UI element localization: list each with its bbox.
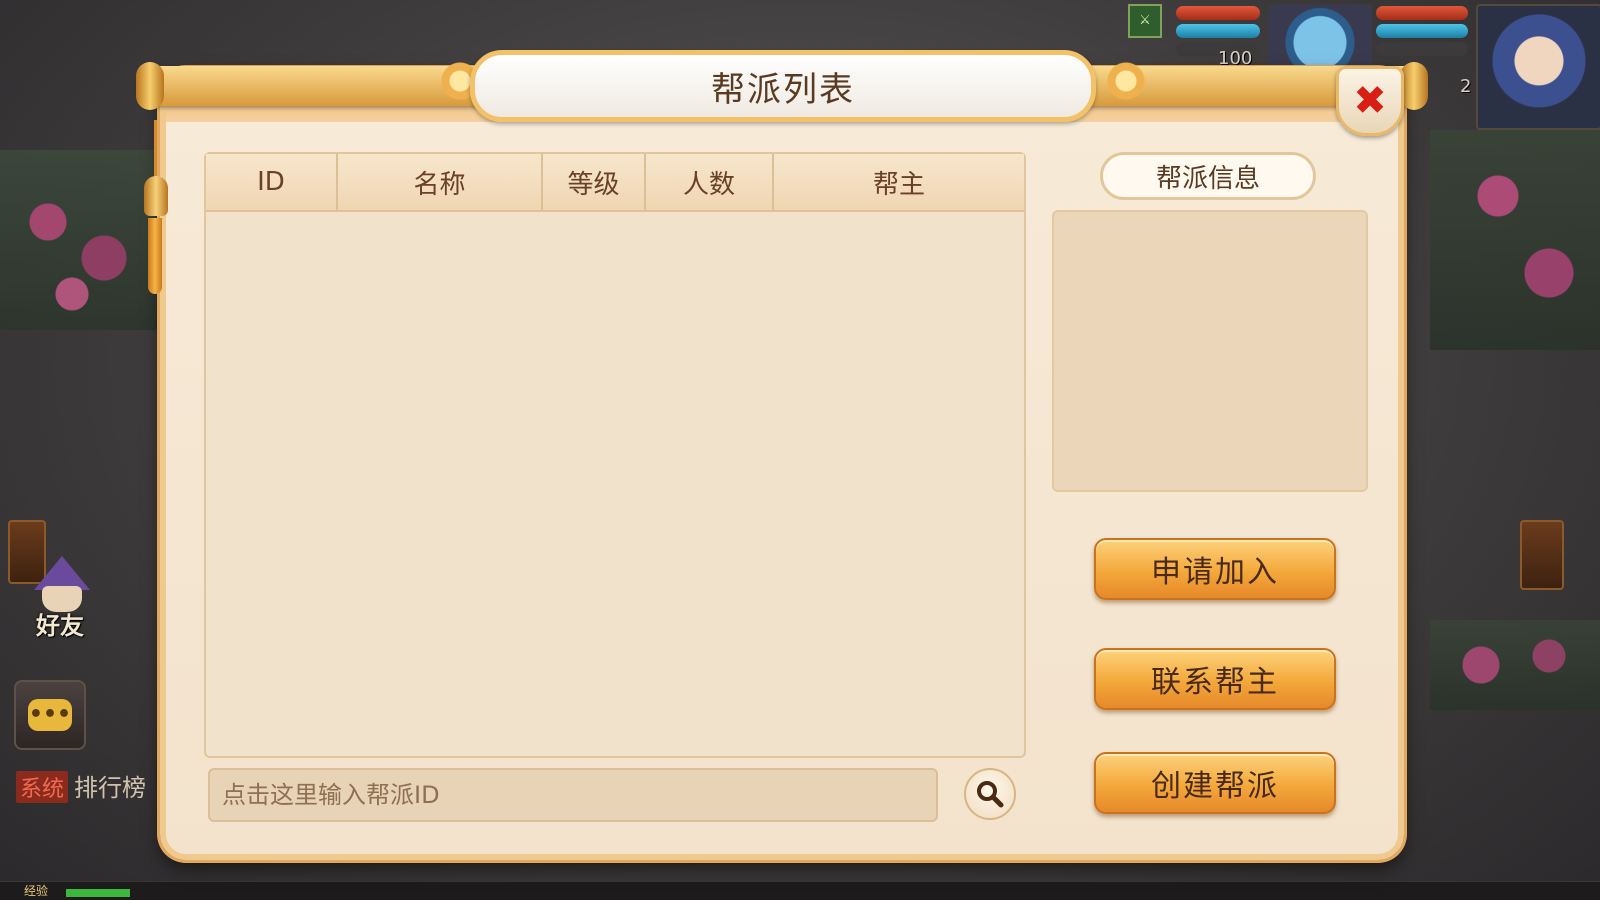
pet-hp-bar bbox=[1176, 6, 1260, 20]
column-header-leader[interactable]: 帮主 bbox=[774, 154, 1024, 210]
buff-icon[interactable]: ⚔ bbox=[1128, 4, 1162, 38]
create-guild-button[interactable]: 创建帮派 bbox=[1094, 752, 1336, 814]
background-flowers-right-lower bbox=[1430, 620, 1600, 710]
pet-portrait[interactable] bbox=[1268, 4, 1372, 74]
table-body[interactable] bbox=[206, 212, 1024, 756]
rod-cap-left bbox=[136, 62, 164, 110]
cloud-swirl-icon bbox=[1086, 60, 1166, 102]
guild-table: ID 名称 等级 人数 帮主 bbox=[204, 152, 1026, 758]
guild-id-search-input[interactable] bbox=[208, 768, 938, 822]
background-flowers-right bbox=[1430, 130, 1600, 350]
experience-bar: 经验 bbox=[0, 881, 1600, 900]
xp-fill bbox=[66, 889, 130, 897]
close-icon: ✖ bbox=[1353, 78, 1387, 124]
close-button[interactable]: ✖ bbox=[1336, 66, 1404, 136]
bell-icon bbox=[144, 176, 168, 216]
column-header-level[interactable]: 等级 bbox=[543, 154, 646, 210]
hero-hp-bar bbox=[1376, 6, 1468, 20]
table-header: ID 名称 等级 人数 帮主 bbox=[206, 154, 1024, 212]
chat-message[interactable]: 系统 排行榜 bbox=[16, 768, 146, 803]
chat-button[interactable]: ••• bbox=[14, 680, 86, 750]
guild-info-box bbox=[1052, 210, 1368, 492]
apply-join-button[interactable]: 申请加入 bbox=[1094, 538, 1336, 600]
chat-text: 排行榜 bbox=[74, 774, 147, 802]
column-header-member-count[interactable]: 人数 bbox=[646, 154, 774, 210]
xp-label: 经验 bbox=[24, 884, 49, 898]
column-header-id[interactable]: ID bbox=[206, 154, 338, 210]
column-header-name[interactable]: 名称 bbox=[338, 154, 543, 210]
guild-info-title: 帮派信息 bbox=[1100, 152, 1316, 200]
wizard-hat-icon bbox=[34, 556, 90, 590]
dialog-title: 帮派列表 bbox=[711, 69, 855, 110]
dialog-title-plaque: 帮派列表 bbox=[470, 50, 1096, 122]
search-icon bbox=[977, 781, 1004, 808]
friends-button[interactable]: 好友 bbox=[20, 556, 102, 640]
lantern-right bbox=[1520, 520, 1564, 590]
hero-mp-bar bbox=[1376, 24, 1468, 38]
friends-label: 好友 bbox=[36, 612, 84, 640]
hero-portrait[interactable] bbox=[1476, 4, 1600, 130]
background-flowers-left bbox=[0, 150, 160, 330]
pet-mp-bar bbox=[1176, 24, 1260, 38]
chat-bubble-icon: ••• bbox=[28, 699, 72, 731]
system-tag: 系统 bbox=[16, 771, 69, 803]
contact-leader-button[interactable]: 联系帮主 bbox=[1094, 648, 1336, 710]
rod-cap-right bbox=[1400, 62, 1428, 110]
search-button[interactable] bbox=[964, 768, 1016, 820]
hero-exp-bar bbox=[1376, 42, 1468, 56]
hero-level: 2 bbox=[1460, 76, 1472, 97]
tassel-ornament bbox=[140, 120, 170, 294]
